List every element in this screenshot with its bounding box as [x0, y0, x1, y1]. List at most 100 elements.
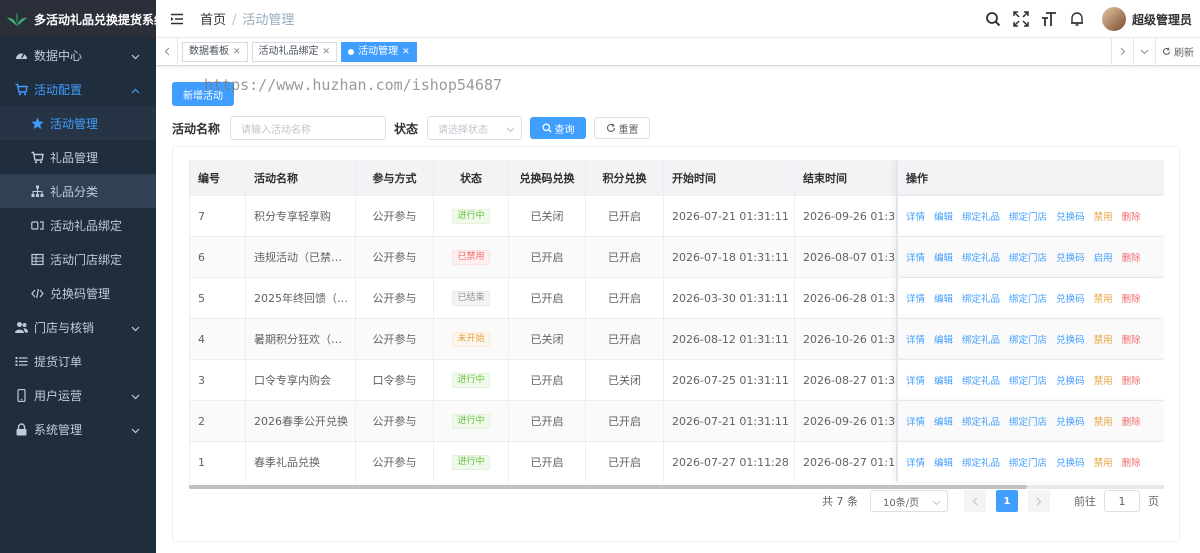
column-header: 开始时间: [664, 160, 795, 195]
breadcrumb-home[interactable]: 首页: [200, 13, 226, 28]
fullscreen-icon[interactable]: [1012, 10, 1030, 28]
detail-link[interactable]: 详情: [906, 209, 925, 223]
bind-store-link[interactable]: 绑定门店: [1009, 332, 1047, 346]
bind-store-link[interactable]: 绑定门店: [1009, 291, 1047, 305]
edit-link[interactable]: 编辑: [934, 291, 953, 305]
sidebar-item-pickup-orders[interactable]: 提货订单: [0, 344, 156, 378]
bind-store-link[interactable]: 绑定门店: [1009, 209, 1047, 223]
page-number-current[interactable]: 1: [996, 490, 1018, 512]
detail-link[interactable]: 详情: [906, 332, 925, 346]
sidebar-item-data-center[interactable]: 数据中心: [0, 38, 156, 72]
menu-fold-icon[interactable]: [170, 12, 184, 26]
sidebar-item-store-verify[interactable]: 门店与核销: [0, 310, 156, 344]
edit-link[interactable]: 编辑: [934, 414, 953, 428]
edit-link[interactable]: 编辑: [934, 209, 953, 223]
detail-link[interactable]: 详情: [906, 414, 925, 428]
code-link[interactable]: 兑换码: [1056, 209, 1085, 223]
toggle-status-link[interactable]: 禁用: [1094, 209, 1113, 223]
reset-button[interactable]: 重置: [594, 117, 651, 139]
horizontal-scrollbar[interactable]: [189, 485, 1164, 489]
detail-link[interactable]: 详情: [906, 455, 925, 469]
close-icon[interactable]: ✕: [323, 43, 331, 61]
edit-link[interactable]: 编辑: [934, 373, 953, 387]
tag-activity-gift-bind[interactable]: 活动礼品绑定 ✕: [251, 41, 338, 62]
activity-name-input[interactable]: 请输入活动名称: [230, 116, 387, 140]
code-link[interactable]: 兑换码: [1056, 455, 1085, 469]
cell-mode: 公开参与: [356, 401, 434, 441]
delete-link[interactable]: 删除: [1122, 332, 1141, 346]
cell-mode: 公开参与: [356, 442, 434, 482]
sidebar-item-activity-manage[interactable]: 活动管理: [0, 106, 156, 140]
detail-link[interactable]: 详情: [906, 250, 925, 264]
code-link[interactable]: 兑换码: [1056, 291, 1085, 305]
bind-store-link[interactable]: 绑定门店: [1009, 414, 1047, 428]
bind-gift-link[interactable]: 绑定礼品: [962, 414, 1000, 428]
tag-dashboard[interactable]: 数据看板 ✕: [182, 41, 248, 62]
bind-gift-link[interactable]: 绑定礼品: [962, 332, 1000, 346]
toggle-status-link[interactable]: 禁用: [1094, 373, 1113, 387]
code-link[interactable]: 兑换码: [1056, 373, 1085, 387]
code-link[interactable]: 兑换码: [1056, 414, 1085, 428]
next-page-button[interactable]: [1028, 490, 1050, 512]
bind-gift-link[interactable]: 绑定礼品: [962, 373, 1000, 387]
cell-name: 口令专享内购会: [246, 360, 356, 400]
delete-link[interactable]: 删除: [1122, 455, 1141, 469]
bind-gift-link[interactable]: 绑定礼品: [962, 209, 1000, 223]
refresh-button[interactable]: 刷新: [1155, 38, 1200, 65]
tag-activity-manage[interactable]: 活动管理 ✕: [341, 41, 417, 62]
toggle-status-link[interactable]: 启用: [1094, 250, 1113, 264]
avatar[interactable]: [1101, 7, 1126, 31]
sidebar-item-gift-category[interactable]: 礼品分类: [0, 174, 156, 208]
query-button[interactable]: 查询: [530, 117, 587, 139]
goto-page-input[interactable]: 1: [1104, 490, 1140, 512]
close-icon[interactable]: ✕: [402, 43, 410, 61]
bind-gift-link[interactable]: 绑定礼品: [962, 291, 1000, 305]
delete-link[interactable]: 删除: [1122, 209, 1141, 223]
edit-link[interactable]: 编辑: [934, 332, 953, 346]
sidebar-item-activity-config[interactable]: 活动配置: [0, 72, 156, 106]
bind-store-link[interactable]: 绑定门店: [1009, 250, 1047, 264]
bind-store-link[interactable]: 绑定门店: [1009, 373, 1047, 387]
tags-dropdown-button[interactable]: [1133, 38, 1155, 65]
page-size-select[interactable]: 10条/页: [870, 490, 948, 512]
refresh-label: 刷新: [1174, 48, 1194, 59]
toggle-status-link[interactable]: 禁用: [1094, 414, 1113, 428]
bell-icon[interactable]: [1068, 10, 1086, 28]
status-badge: 进行中: [452, 454, 490, 470]
bind-store-link[interactable]: 绑定门店: [1009, 455, 1047, 469]
search-icon[interactable]: [984, 10, 1002, 28]
edit-link[interactable]: 编辑: [934, 250, 953, 264]
toggle-status-link[interactable]: 禁用: [1094, 332, 1113, 346]
code-link[interactable]: 兑换码: [1056, 250, 1085, 264]
pagination-total: 共 7 条: [822, 495, 858, 508]
detail-link[interactable]: 详情: [906, 291, 925, 305]
status-select[interactable]: 请选择状态: [427, 116, 523, 140]
detail-link[interactable]: 详情: [906, 373, 925, 387]
toggle-status-link[interactable]: 禁用: [1094, 455, 1113, 469]
reset-label: 重置: [618, 124, 639, 136]
bind-gift-link[interactable]: 绑定礼品: [962, 250, 1000, 264]
delete-link[interactable]: 删除: [1122, 373, 1141, 387]
bind-gift-link[interactable]: 绑定礼品: [962, 455, 1000, 469]
font-size-icon[interactable]: [1040, 10, 1058, 28]
prev-page-button[interactable]: [964, 490, 986, 512]
sidebar-item-user-ops[interactable]: 用户运营: [0, 378, 156, 412]
code-link[interactable]: 兑换码: [1056, 332, 1085, 346]
delete-link[interactable]: 删除: [1122, 250, 1141, 264]
edit-link[interactable]: 编辑: [934, 455, 953, 469]
sidebar-item-activity-store-bind[interactable]: 活动门店绑定: [0, 242, 156, 276]
delete-link[interactable]: 删除: [1122, 291, 1141, 305]
delete-link[interactable]: 删除: [1122, 414, 1141, 428]
tags-scroll-left-button[interactable]: [156, 38, 178, 65]
cell-id: 7: [190, 196, 246, 236]
close-icon[interactable]: ✕: [233, 43, 241, 61]
sidebar-item-activity-gift-bind[interactable]: 活动礼品绑定: [0, 208, 156, 242]
cell-points-exchange: 已开启: [586, 278, 664, 318]
sidebar-item-code-manage[interactable]: 兑换码管理: [0, 276, 156, 310]
scrollbar-thumb[interactable]: [189, 485, 1027, 489]
toggle-status-link[interactable]: 禁用: [1094, 291, 1113, 305]
tags-scroll-right-button[interactable]: [1111, 38, 1133, 65]
sidebar-item-system[interactable]: 系统管理: [0, 412, 156, 446]
username[interactable]: 超级管理员: [1132, 11, 1192, 28]
sidebar-item-gift-manage[interactable]: 礼品管理: [0, 140, 156, 174]
